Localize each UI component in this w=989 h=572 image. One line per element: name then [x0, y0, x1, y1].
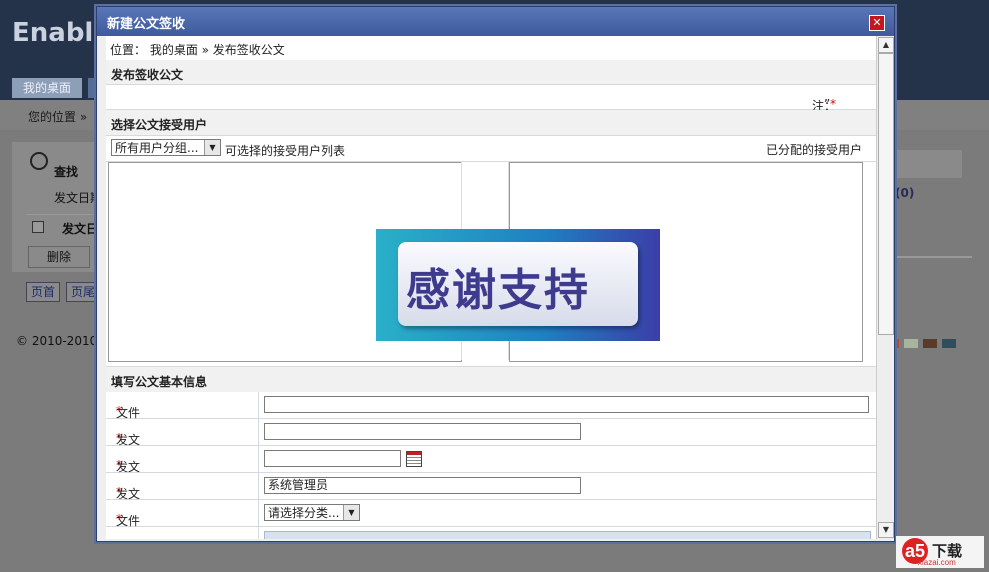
count-badge: (0)	[895, 186, 915, 200]
watermark-subtext: xiazai.com	[918, 558, 956, 567]
section-basic-info: 填写公文基本信息	[106, 366, 876, 393]
scroll-thumb[interactable]	[878, 53, 894, 335]
content-editor-row: B I U	[106, 527, 876, 539]
available-users-label: 可选择的接受用户列表	[225, 144, 346, 158]
swatch-4[interactable]	[942, 339, 956, 348]
first-page-button[interactable]: 页首	[26, 282, 61, 302]
search-icon	[30, 152, 48, 170]
section-select-users-title: 选择公文接受用户	[111, 118, 208, 132]
doc-date-row: * 发文日期：	[106, 446, 876, 508]
section-publish-title: 发布签收公文	[111, 68, 184, 82]
last-page-button[interactable]: 页尾	[66, 282, 101, 302]
file-title-label-cell: * 文件标题：	[106, 392, 259, 454]
site-watermark: a5 下载 xiazai.com	[896, 536, 984, 568]
right-panel-strip	[892, 150, 962, 178]
divider	[892, 256, 972, 258]
doc-date-input[interactable]	[264, 450, 401, 467]
swatch-3[interactable]	[923, 339, 937, 348]
delete-button[interactable]: 删除	[28, 246, 90, 268]
scroll-down-icon[interactable]: ▼	[878, 522, 894, 538]
thanks-banner-text: 感谢支持	[406, 265, 590, 316]
search-label: 查找	[54, 165, 79, 179]
category-label-cell: * 文件所属分类：	[106, 500, 259, 539]
close-icon[interactable]: ✕	[869, 15, 885, 31]
select-all-checkbox[interactable]	[32, 221, 44, 233]
date-column-header: 发文日	[62, 222, 99, 236]
assigned-users-label: 已分配的接受用户	[765, 143, 862, 157]
location-bar: 位置： 我的桌面 » 发布签收公文	[106, 36, 876, 61]
doc-number-input[interactable]	[264, 423, 581, 440]
category-select[interactable]: 请选择分类... ▼	[264, 504, 360, 521]
category-select-value: 请选择分类...	[268, 506, 340, 520]
location-text: 位置： 我的桌面 » 发布签收公文	[110, 43, 285, 57]
rich-text-toolbar: B I U	[264, 531, 871, 539]
doc-unit-input[interactable]: 系统管理员	[264, 477, 581, 494]
section-select-users: 选择公文接受用户	[106, 110, 876, 136]
breadcrumb-label: 您的位置 »	[28, 110, 88, 124]
theme-swatches	[885, 337, 961, 351]
chevron-down-icon[interactable]: ▼	[343, 505, 359, 520]
category-row: * 文件所属分类： 请选择分类... ▼	[106, 500, 876, 539]
new-document-dialog: 新建公文签收 ✕ 位置： 我的桌面 » 发布签收公文 发布签收公文 注：以下带 …	[96, 6, 895, 542]
swatch-2[interactable]	[904, 339, 918, 348]
dialog-scrollbar[interactable]: ▲ ▼	[876, 36, 894, 539]
file-title-row: * 文件标题：	[106, 392, 876, 454]
doc-date-label-cell: * 发文日期：	[106, 446, 259, 508]
thanks-banner-panel: 感谢支持	[398, 242, 638, 326]
doc-unit-row: * 发文单位： 系统管理员	[106, 473, 876, 535]
content-label-cell	[106, 527, 259, 539]
copyright: © 2010-2010	[16, 334, 98, 348]
thanks-banner: 感谢支持	[376, 229, 660, 341]
dialog-body: 位置： 我的桌面 » 发布签收公文 发布签收公文 注：以下带 “*” 的为必填项…	[106, 36, 876, 539]
section-publish: 发布签收公文	[106, 60, 876, 85]
dialog-title: 新建公文签收	[107, 17, 186, 32]
user-select-toolbar: 所有用户分组... ▼ 可选择的接受用户列表 已分配的接受用户	[106, 136, 876, 162]
doc-unit-label-cell: * 发文单位：	[106, 473, 259, 535]
file-title-input[interactable]	[264, 396, 869, 413]
user-group-select[interactable]: 所有用户分组... ▼	[111, 139, 221, 156]
tab-desktop[interactable]: 我的桌面	[12, 78, 82, 98]
calendar-icon[interactable]	[406, 451, 422, 467]
chevron-down-icon[interactable]: ▼	[204, 140, 220, 155]
section-basic-info-title: 填写公文基本信息	[111, 375, 208, 389]
doc-number-row: * 发文字号：	[106, 419, 876, 481]
scroll-up-icon[interactable]: ▲	[878, 37, 894, 53]
required-note: 注：以下带 “*” 的为必填项	[106, 85, 876, 195]
dialog-title-bar[interactable]: 新建公文签收 ✕	[97, 7, 894, 36]
date-filter-label: 发文日期	[54, 191, 103, 205]
user-group-select-value: 所有用户分组...	[115, 141, 199, 155]
doc-number-label-cell: * 发文字号：	[106, 419, 259, 481]
